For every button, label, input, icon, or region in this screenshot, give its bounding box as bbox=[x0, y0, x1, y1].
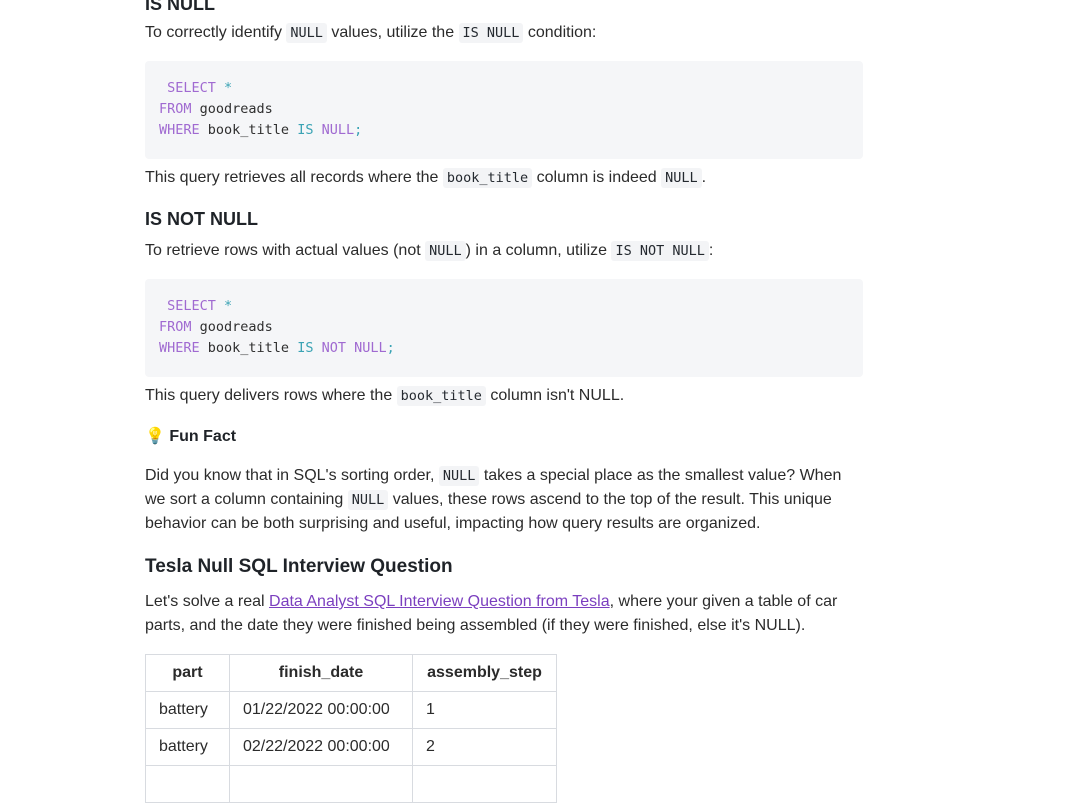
col-header-assembly-step: assembly_step bbox=[412, 654, 557, 692]
text: This query retrieves all records where t… bbox=[145, 169, 443, 186]
heading-is-not-null: IS NOT NULL bbox=[145, 209, 258, 229]
tesla-intro-line-1: Let's solve a real Data Analyst SQL Inte… bbox=[145, 590, 837, 614]
text: takes a special place as the smallest va… bbox=[479, 467, 842, 484]
operator: IS bbox=[297, 340, 314, 356]
inline-code: NULL bbox=[286, 23, 327, 43]
is-null-intro: To correctly identify NULL values, utili… bbox=[145, 21, 596, 45]
cell-assembly-step bbox=[412, 765, 557, 803]
code-block-is-not-null[interactable]: SELECT * FROM goodreads WHERE book_title… bbox=[145, 279, 863, 377]
fun-fact-line-3: behavior can be both surprising and usef… bbox=[145, 515, 761, 532]
col-header-finish-date: finish_date bbox=[229, 654, 413, 692]
is-not-null-intro: To retrieve rows with actual values (not… bbox=[145, 239, 713, 263]
code-line: SELECT * bbox=[159, 78, 849, 99]
cell-part bbox=[145, 765, 230, 803]
assembly-table: part finish_date assembly_step battery 0… bbox=[145, 654, 557, 803]
fun-fact-line-1: Did you know that in SQL's sorting order… bbox=[145, 464, 841, 488]
keyword: FROM bbox=[159, 101, 192, 117]
keyword: NOT bbox=[321, 340, 346, 356]
keyword: WHERE bbox=[159, 340, 200, 356]
cell-finish-date bbox=[229, 765, 413, 803]
inline-code: book_title bbox=[442, 168, 533, 188]
inline-code: NULL bbox=[661, 168, 702, 188]
text: ) in a column, utilize bbox=[465, 242, 612, 259]
lightbulb-icon: 💡 bbox=[145, 428, 165, 445]
text: column is indeed bbox=[532, 169, 662, 186]
table-row: battery 02/22/2022 00:00:00 2 bbox=[145, 728, 557, 766]
operator: * bbox=[215, 298, 233, 314]
keyword: NULL bbox=[321, 122, 355, 138]
table-row bbox=[145, 765, 557, 803]
text: values, these rows ascend to the top of … bbox=[388, 491, 832, 508]
table-row: battery 01/22/2022 00:00:00 1 bbox=[145, 691, 557, 729]
identifier: book_title bbox=[199, 340, 298, 356]
heading-is-null: IS NULL bbox=[145, 0, 215, 14]
code-line: WHERE book_title IS NULL; bbox=[159, 120, 849, 141]
code-line: FROM goodreads bbox=[159, 99, 849, 120]
inline-code: book_title bbox=[396, 386, 486, 406]
table-header-row: part finish_date assembly_step bbox=[145, 654, 557, 692]
identifier: goodreads bbox=[191, 319, 273, 335]
text: . bbox=[701, 169, 707, 186]
text: Did you know that in SQL's sorting order… bbox=[145, 467, 439, 484]
identifier: goodreads bbox=[191, 101, 273, 117]
text: To retrieve rows with actual values (not bbox=[145, 242, 426, 259]
cell-finish-date: 02/22/2022 00:00:00 bbox=[229, 728, 413, 766]
keyword: SELECT bbox=[167, 298, 216, 314]
operator: IS bbox=[297, 122, 314, 138]
cell-part: battery bbox=[145, 728, 230, 766]
inline-code: NULL bbox=[347, 490, 389, 510]
keyword: FROM bbox=[159, 319, 192, 335]
tesla-question-link[interactable]: Data Analyst SQL Interview Question from… bbox=[269, 593, 610, 610]
fun-fact-heading: 💡 Fun Fact bbox=[145, 426, 236, 446]
cell-part: battery bbox=[145, 691, 230, 729]
text: Let's solve a real bbox=[145, 593, 270, 610]
cell-assembly-step: 2 bbox=[412, 728, 557, 766]
text: , where your given a table of car bbox=[609, 593, 838, 610]
inline-code: NULL bbox=[438, 466, 480, 486]
text: To correctly identify bbox=[145, 24, 287, 41]
code-line: WHERE book_title IS NOT NULL; bbox=[159, 338, 849, 359]
semicolon: ; bbox=[386, 340, 395, 356]
keyword: WHERE bbox=[159, 122, 200, 138]
is-not-null-explanation: This query delivers rows where the book_… bbox=[145, 384, 624, 408]
text: : bbox=[708, 242, 714, 259]
cell-assembly-step: 1 bbox=[412, 691, 557, 729]
operator: * bbox=[215, 80, 233, 96]
identifier: book_title bbox=[199, 122, 298, 138]
heading-tesla-question: Tesla Null SQL Interview Question bbox=[145, 556, 453, 577]
inline-code: IS NULL bbox=[458, 23, 524, 43]
inline-code: NULL bbox=[425, 241, 466, 261]
text: condition: bbox=[523, 24, 597, 41]
fun-fact-title: Fun Fact bbox=[169, 428, 237, 445]
text: values, utilize the bbox=[326, 24, 459, 41]
code-block-is-null[interactable]: SELECT * FROM goodreads WHERE book_title… bbox=[145, 61, 863, 159]
keyword: NULL bbox=[354, 340, 387, 356]
keyword: SELECT bbox=[167, 80, 216, 96]
text: column isn't NULL. bbox=[485, 387, 625, 404]
code-line: FROM goodreads bbox=[159, 317, 849, 338]
text: we sort a column containing bbox=[145, 491, 348, 508]
code-line: SELECT * bbox=[159, 296, 849, 317]
cell-finish-date: 01/22/2022 00:00:00 bbox=[229, 691, 413, 729]
inline-code: IS NOT NULL bbox=[611, 241, 709, 261]
is-null-explanation: This query retrieves all records where t… bbox=[145, 166, 706, 190]
tesla-intro-line-2: parts, and the date they were finished b… bbox=[145, 617, 806, 634]
fun-fact-line-2: we sort a column containing NULL values,… bbox=[145, 488, 832, 512]
text: This query delivers rows where the bbox=[145, 387, 397, 404]
col-header-part: part bbox=[145, 654, 230, 692]
semicolon: ; bbox=[354, 122, 363, 138]
